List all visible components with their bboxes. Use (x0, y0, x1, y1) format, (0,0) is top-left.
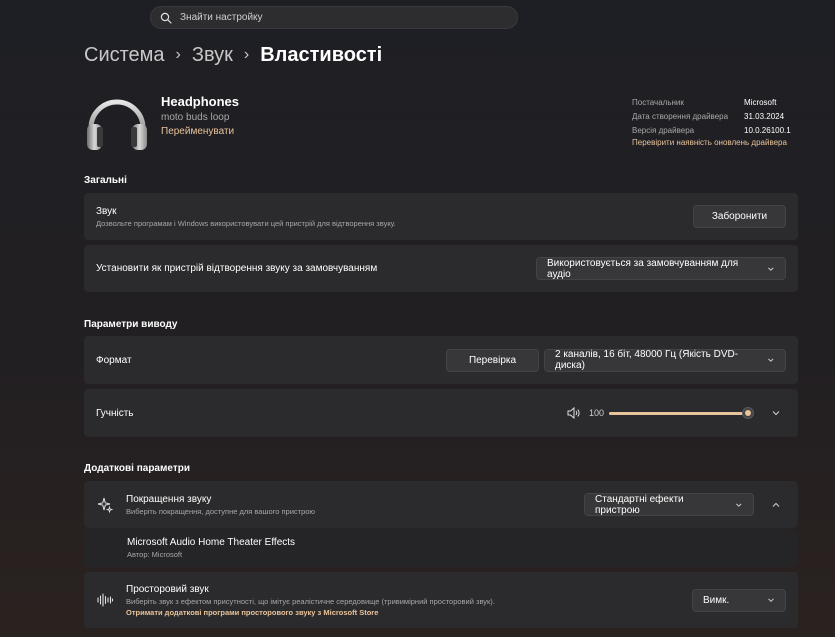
search-icon (160, 12, 172, 24)
volume-card: Гучність 100 (84, 389, 798, 437)
default-device-title: Установити як пристрій відтворення звуку… (96, 263, 378, 274)
enhancements-card[interactable]: Покращення звуку Виберіть покращення, до… (84, 481, 798, 528)
effects-author: Автор: Microsoft (127, 550, 183, 559)
chevron-down-icon (772, 411, 780, 416)
effects-title: Microsoft Audio Home Theater Effects (127, 537, 296, 548)
volume-title: Гучність (96, 407, 134, 419)
search-input[interactable] (180, 12, 500, 23)
enhancements-dropdown[interactable]: Стандартні ефекти пристрою (584, 493, 754, 516)
effects-card: Microsoft Audio Home Theater Effects Авт… (84, 529, 798, 567)
chevron-right-icon: › (243, 46, 250, 63)
sparkle-icon (97, 497, 114, 513)
section-title-additional: Додаткові параметри (84, 463, 190, 474)
rename-link[interactable]: Перейменувати (161, 126, 234, 137)
driver-label: Версія драйвера (632, 125, 695, 135)
driver-row-provider: Постачальник Microsoft (632, 95, 791, 109)
device-name: Headphones (161, 94, 240, 109)
chevron-up-icon (772, 502, 780, 507)
spatial-sound-desc: Виберіть звук з ефектом присутності, що … (126, 596, 495, 606)
chevron-down-icon (768, 267, 774, 271)
driver-value: 31.03.2024 (744, 111, 785, 121)
headphones-icon (87, 99, 147, 150)
spatial-sound-card: Просторовий звук Виберіть звук з ефектом… (84, 572, 798, 628)
enhancements-collapse-button[interactable] (766, 495, 786, 515)
chevron-down-icon (768, 598, 774, 603)
audio-allow-card: Звук Дозвольте програмам і Windows викор… (84, 193, 798, 240)
format-card: Формат Перевірка 2 каналів, 16 біт, 4800… (84, 336, 798, 384)
volume-slider[interactable] (609, 407, 754, 419)
spatial-sound-dropdown[interactable]: Вимк. (692, 588, 786, 612)
breadcrumb-sound[interactable]: Звук (192, 44, 233, 67)
page-title: Властивості (260, 43, 383, 66)
test-button[interactable]: Перевірка (446, 348, 539, 372)
format-title: Формат (96, 354, 132, 366)
chevron-down-icon (736, 503, 742, 507)
driver-row-version: Версія драйвера 10.0.26100.1 (632, 123, 791, 137)
driver-label: Дата створення драйвера (632, 111, 729, 121)
section-title-general: Загальні (84, 175, 127, 186)
device-model: moto buds loop (161, 112, 230, 123)
spatial-sound-title: Просторовий звук (126, 583, 209, 595)
breadcrumb: Система › Звук › Властивості (84, 42, 382, 68)
search-box[interactable] (150, 6, 518, 29)
chevron-right-icon: › (175, 46, 181, 63)
enhancements-value: Стандартні ефекти пристрою (595, 493, 684, 516)
speaker-icon[interactable] (566, 406, 581, 420)
driver-row-date: Дата створення драйвера 31.03.2024 (632, 109, 791, 123)
enhancements-title: Покращення звуку (126, 493, 212, 505)
volume-expand-button[interactable] (766, 403, 786, 423)
volume-fill (609, 412, 748, 415)
section-title-output: Параметри виводу (84, 319, 178, 330)
driver-info: Постачальник Microsoft Дата створення др… (632, 95, 791, 148)
default-device-dropdown[interactable]: Використовується за замовчуванням для ау… (536, 257, 786, 280)
driver-label: Постачальник (632, 97, 684, 107)
format-dropdown[interactable]: 2 каналів, 16 біт, 48000 Гц (Якість DVD-… (544, 348, 786, 372)
audio-title: Звук (96, 205, 117, 217)
default-device-value: Використовується за замовчуванням для ау… (547, 257, 739, 280)
format-value: 2 каналів, 16 біт, 48000 Гц (Якість DVD-… (555, 349, 739, 371)
driver-value: 10.0.26100.1 (744, 125, 791, 135)
volume-thumb[interactable] (742, 407, 754, 419)
enhancements-desc: Виберіть покращення, доступне для вашого… (126, 506, 316, 516)
spatial-audio-icon (97, 593, 114, 607)
breadcrumb-system[interactable]: Система (84, 44, 165, 67)
default-device-card: Установити як пристрій відтворення звуку… (84, 245, 798, 292)
check-driver-updates-link[interactable]: Перевірити наявність оновлень драйвера (632, 138, 791, 147)
audio-desc: Дозвольте програмам і Windows використов… (96, 218, 396, 228)
driver-value: Microsoft (744, 97, 777, 107)
volume-value: 100 (589, 408, 605, 418)
chevron-down-icon (768, 358, 774, 362)
microsoft-store-link[interactable]: Отримати додаткові програми просторового… (126, 608, 692, 617)
disallow-button[interactable]: Заборонити (693, 205, 786, 228)
spatial-sound-value: Вимк. (703, 594, 730, 606)
